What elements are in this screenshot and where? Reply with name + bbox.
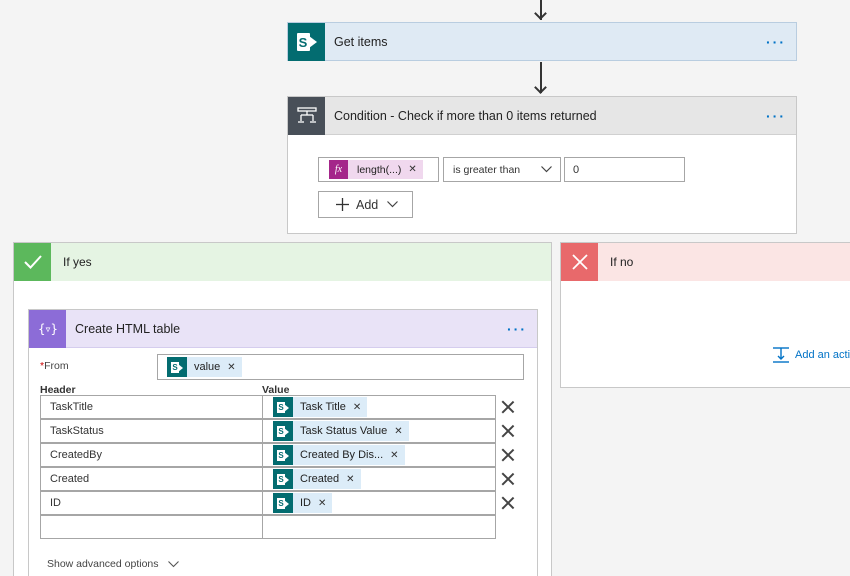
table-row: TaskStatus S Task Status Value ✕ (40, 419, 510, 443)
value-token[interactable]: S Task Title ✕ (273, 397, 368, 417)
get-items-title: Get items (334, 35, 388, 49)
delete-row-icon[interactable] (501, 400, 515, 414)
condition-add-button[interactable]: Add (318, 191, 413, 218)
value-token[interactable]: S Created By Dis... ✕ (273, 445, 405, 465)
value-token[interactable]: S Task Status Value ✕ (273, 421, 409, 441)
chevron-down-icon (167, 560, 179, 567)
row-value-input[interactable]: S Task Title ✕ (262, 395, 496, 419)
data-operation-icon: {▿} (29, 309, 66, 348)
value-token[interactable]: S ID ✕ (273, 493, 333, 513)
table-row: ID S ID ✕ (40, 491, 510, 515)
condition-card: Condition - Check if more than 0 items r… (287, 96, 797, 234)
if-yes-header[interactable]: If yes (14, 243, 551, 281)
if-yes-label: If yes (63, 255, 92, 269)
row-value-input[interactable]: S ID ✕ (262, 491, 496, 515)
sharepoint-icon: S (273, 397, 293, 417)
from-label: *From (40, 360, 69, 372)
value-token[interactable]: S Created ✕ (273, 469, 361, 489)
show-advanced-options-link[interactable]: Show advanced options (47, 558, 179, 570)
connector-top-arrowhead (534, 7, 547, 20)
table-row: CreatedBy S Created By Dis... ✕ (40, 443, 510, 467)
sharepoint-icon: S (273, 493, 293, 513)
sharepoint-icon: S (273, 421, 293, 441)
row-header-input[interactable] (40, 515, 263, 539)
add-action-label: Add an actio (795, 349, 850, 361)
plus-icon (336, 198, 349, 211)
row-header-input[interactable]: CreatedBy (40, 443, 263, 467)
chevron-down-icon (541, 166, 552, 173)
connector-middle-arrowhead (534, 81, 547, 94)
sharepoint-icon: S (273, 445, 293, 465)
condition-header[interactable]: Condition - Check if more than 0 items r… (288, 96, 796, 135)
from-token-label: value (194, 361, 221, 373)
row-value-input[interactable]: S Task Status Value ✕ (262, 419, 496, 443)
delete-row-icon[interactable] (501, 496, 515, 510)
show-advanced-options-label: Show advanced options (47, 558, 159, 570)
condition-title: Condition - Check if more than 0 items r… (334, 108, 597, 123)
fx-icon: fx (329, 160, 348, 179)
sharepoint-icon: S (167, 357, 187, 377)
value-token-remove-icon[interactable]: ✕ (394, 426, 402, 437)
sharepoint-icon: S (273, 469, 293, 489)
from-token[interactable]: S value ✕ (167, 357, 242, 377)
expression-token-remove-icon[interactable]: ✕ (408, 164, 416, 175)
row-value-input[interactable]: S Created ✕ (262, 467, 496, 491)
row-header-input[interactable]: Created (40, 467, 263, 491)
if-no-branch: If no Add an actio (560, 242, 850, 388)
delete-row-icon[interactable] (501, 448, 515, 462)
get-items-more-button[interactable]: ··· (766, 34, 786, 50)
condition-left-operand[interactable]: fx length(...) ✕ (318, 157, 439, 182)
condition-icon (288, 96, 325, 135)
condition-operator-value: is greater than (453, 163, 521, 176)
add-action-icon (773, 347, 789, 363)
create-html-table-card: {▿} Create HTML table ··· *From S value … (28, 309, 538, 576)
table-row: Created S Created ✕ (40, 467, 510, 491)
condition-operator-select[interactable]: is greater than (443, 157, 561, 182)
value-token-remove-icon[interactable]: ✕ (318, 498, 326, 509)
from-input[interactable]: S value ✕ (157, 354, 524, 380)
table-row-empty (40, 515, 510, 539)
get-items-card[interactable]: S Get items ··· (287, 22, 797, 61)
add-action-link[interactable]: Add an actio (772, 347, 850, 363)
chevron-down-icon (387, 201, 399, 208)
table-row: TaskTitle S Task Title ✕ (40, 395, 510, 419)
condition-right-operand[interactable]: 0 (564, 157, 685, 182)
condition-add-label: Add (356, 197, 379, 212)
value-token-remove-icon[interactable]: ✕ (390, 450, 398, 461)
delete-row-icon[interactable] (501, 424, 515, 438)
row-header-input[interactable]: ID (40, 491, 263, 515)
if-no-label: If no (610, 255, 634, 269)
checkmark-icon (14, 243, 51, 281)
close-icon (561, 243, 598, 281)
sharepoint-icon: S (288, 23, 325, 61)
row-value-input[interactable] (262, 515, 496, 539)
expression-token-label: length(...) (357, 163, 402, 176)
row-header-input[interactable]: TaskStatus (40, 419, 263, 443)
value-token-remove-icon[interactable]: ✕ (346, 474, 354, 485)
condition-right-value: 0 (573, 163, 580, 176)
delete-row-icon[interactable] (501, 472, 515, 486)
row-header-input[interactable]: TaskTitle (40, 395, 263, 419)
get-items-header[interactable]: S Get items ··· (288, 23, 796, 61)
create-html-table-more-button[interactable]: ··· (507, 321, 527, 337)
row-value-input[interactable]: S Created By Dis... ✕ (262, 443, 496, 467)
if-no-header[interactable]: If no (561, 243, 850, 281)
condition-more-button[interactable]: ··· (766, 108, 786, 124)
create-html-table-header[interactable]: {▿} Create HTML table ··· (29, 309, 537, 348)
create-html-table-title: Create HTML table (75, 321, 181, 336)
expression-token[interactable]: fx length(...) ✕ (329, 160, 423, 179)
value-token-remove-icon[interactable]: ✕ (353, 402, 361, 413)
from-token-remove-icon[interactable]: ✕ (227, 362, 235, 373)
